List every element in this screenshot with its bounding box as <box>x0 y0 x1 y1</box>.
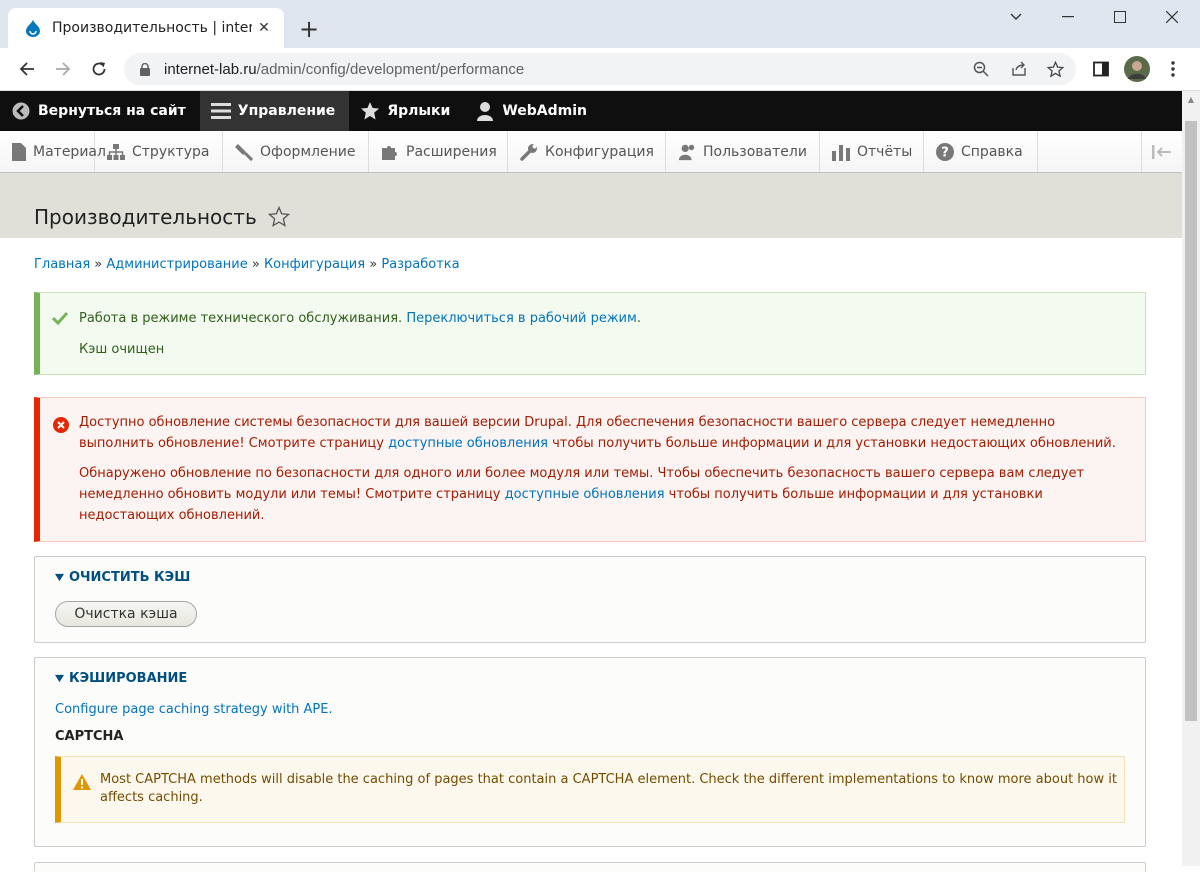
error-core-text: Доступно обновление системы безопасности… <box>79 415 1116 451</box>
puzzle-icon <box>381 143 399 161</box>
ape-config-link[interactable]: Configure page caching strategy with APE… <box>55 702 333 717</box>
browser-toolbar: internet-lab.ru/admin/config/development… <box>0 48 1200 91</box>
minimize-icon[interactable] <box>1042 0 1094 34</box>
menu-configuration[interactable]: Конфигурация <box>508 131 666 172</box>
menu-content[interactable]: Материал <box>0 131 106 172</box>
profile-avatar[interactable] <box>1124 56 1150 82</box>
captcha-warning: Most CAPTCHA methods will disable the ca… <box>55 756 1125 823</box>
triangle-down-icon <box>55 573 64 582</box>
svg-text:?: ? <box>941 145 949 160</box>
shortcuts-tab[interactable]: Ярлыки <box>349 91 464 131</box>
breadcrumb-admin[interactable]: Администрирование <box>106 257 247 272</box>
help-icon: ? <box>936 142 954 161</box>
caching-summary[interactable]: КЭШИРОВАНИЕ <box>55 671 187 686</box>
menu-people[interactable]: Пользователи <box>666 131 820 172</box>
caching-details: КЭШИРОВАНИЕ Configure page caching strat… <box>34 657 1146 847</box>
switch-online-link[interactable]: Переключиться в рабочий режим <box>406 311 637 326</box>
star-icon <box>359 100 381 122</box>
menu-structure[interactable]: Структура <box>95 131 223 172</box>
checkmark-icon <box>51 311 70 329</box>
wrench-icon <box>520 143 538 161</box>
new-tab-icon[interactable]: + <box>296 15 322 43</box>
manage-label: Управление <box>237 103 336 119</box>
clear-cache-details: ОЧИСТИТЬ КЭШ Очистка кэша <box>34 556 1146 643</box>
browser-tab[interactable]: Производительность | internet-l ✕ <box>8 8 284 48</box>
page-title: Производительность <box>34 205 257 229</box>
people-icon <box>678 143 696 161</box>
back-to-site-label: Вернуться на сайт <box>38 103 186 119</box>
shortcut-star-icon[interactable] <box>267 205 291 228</box>
tab-search-icon[interactable] <box>990 0 1042 34</box>
clear-cache-button[interactable]: Очистка кэша <box>55 601 197 627</box>
sitemap-icon <box>107 143 125 161</box>
tab-close-icon[interactable]: ✕ <box>254 18 274 38</box>
hamburger-icon <box>210 100 232 122</box>
zoom-icon[interactable] <box>970 58 992 80</box>
scroll-up-icon[interactable]: ▲ <box>1182 91 1200 108</box>
available-updates-link[interactable]: доступные обновления <box>505 487 665 502</box>
breadcrumb: Главная » Администрирование » Конфигурац… <box>34 257 460 272</box>
tab-title: Производительность | internet-l <box>52 20 252 36</box>
lock-icon[interactable] <box>140 62 152 76</box>
manage-tab[interactable]: Управление <box>199 91 350 131</box>
breadcrumb-sep: » <box>94 257 103 272</box>
back-circle-icon <box>10 100 32 122</box>
admin-menu-tray: Материал Структура Оформление Расширения… <box>0 131 1182 173</box>
tray-orientation-icon[interactable] <box>1141 131 1182 172</box>
sidebar-icon[interactable] <box>1088 56 1114 82</box>
browser-tabbar: Производительность | internet-l ✕ + <box>0 0 1200 48</box>
back-arrow-icon[interactable] <box>14 56 40 82</box>
admin-toolbar: Вернуться на сайт Управление Ярлыки WebA… <box>0 91 1182 131</box>
captcha-heading: CAPTCHA <box>55 729 124 744</box>
address-bar[interactable]: internet-lab.ru/admin/config/development… <box>124 53 1076 85</box>
breadcrumb-home[interactable]: Главная <box>34 257 90 272</box>
maintenance-mode-text: Работа в режиме технического обслуживани… <box>79 311 641 326</box>
page-header: Производительность <box>0 173 1182 238</box>
available-updates-link[interactable]: доступные обновления <box>388 436 548 451</box>
share-icon[interactable] <box>1008 58 1030 80</box>
menu-appearance[interactable]: Оформление <box>223 131 369 172</box>
back-to-site-link[interactable]: Вернуться на сайт <box>0 91 200 131</box>
document-icon <box>12 142 26 161</box>
menu-reports[interactable]: Отчёты <box>820 131 924 172</box>
main-content: Главная » Администрирование » Конфигурац… <box>0 238 1182 872</box>
page-scrollbar[interactable]: ▲ <box>1182 91 1200 866</box>
forward-arrow-icon[interactable] <box>50 56 76 82</box>
user-label: WebAdmin <box>502 103 588 119</box>
error-message: Доступно обновление системы безопасности… <box>34 397 1146 542</box>
menu-dots-icon[interactable] <box>1160 56 1186 82</box>
warning-icon <box>73 774 91 790</box>
status-message: Работа в режиме технического обслуживани… <box>34 292 1146 375</box>
next-details <box>34 862 1146 872</box>
error-modules-text: Обнаружено обновление по безопасности дл… <box>79 466 1085 523</box>
user-tab[interactable]: WebAdmin <box>464 91 601 131</box>
clear-cache-summary[interactable]: ОЧИСТИТЬ КЭШ <box>55 570 190 585</box>
window-close-icon[interactable] <box>1146 0 1198 34</box>
menu-help[interactable]: ? Справка <box>924 131 1038 172</box>
maximize-icon[interactable] <box>1094 0 1146 34</box>
user-icon <box>474 100 496 122</box>
breadcrumb-config[interactable]: Конфигурация <box>264 257 365 272</box>
triangle-down-icon <box>55 674 64 683</box>
breadcrumb-sep: » <box>251 257 260 272</box>
drupal-favicon-icon <box>24 19 42 37</box>
reload-icon[interactable] <box>86 56 112 82</box>
menu-extend[interactable]: Расширения <box>369 131 508 172</box>
bookmark-star-icon[interactable] <box>1044 58 1066 80</box>
shortcuts-label: Ярлыки <box>387 103 451 119</box>
captcha-warning-text: Most CAPTCHA methods will disable the ca… <box>100 772 1117 805</box>
scrollbar-thumb[interactable] <box>1185 121 1197 721</box>
cache-cleared-text: Кэш очищен <box>79 342 165 357</box>
breadcrumb-sep: » <box>369 257 378 272</box>
error-icon <box>53 417 69 433</box>
bar-chart-icon <box>832 143 850 161</box>
breadcrumb-development[interactable]: Разработка <box>381 257 459 272</box>
url-text: internet-lab.ru/admin/config/development… <box>164 60 525 78</box>
paint-roller-icon <box>235 143 253 161</box>
